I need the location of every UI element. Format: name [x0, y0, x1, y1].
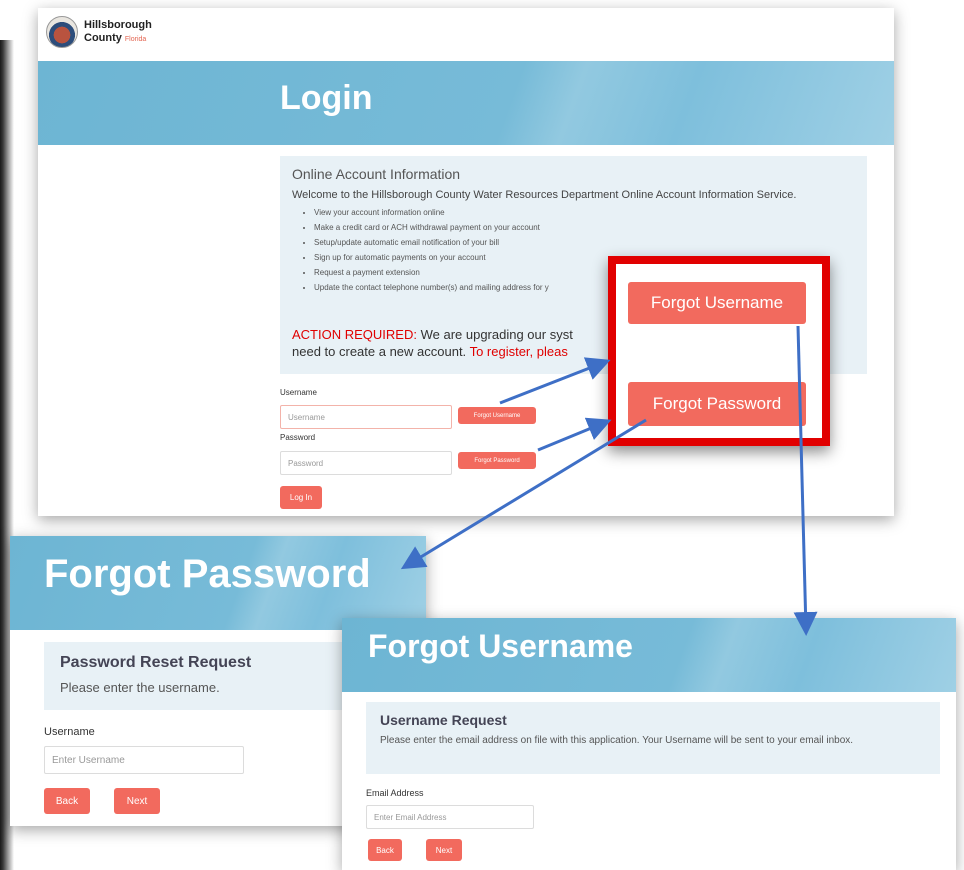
county-seal-icon — [46, 16, 78, 48]
forgot-password-button[interactable]: Forgot Password — [458, 452, 536, 469]
email-label: Email Address — [366, 788, 424, 798]
password-input[interactable]: Password — [280, 451, 452, 475]
callout-forgot-password-button[interactable]: Forgot Password — [628, 382, 806, 426]
username-request-text: Please enter the email address on file w… — [380, 735, 854, 746]
login-title: Login — [280, 79, 373, 117]
forgot-password-title: Forgot Password — [44, 552, 371, 596]
fp-back-button[interactable]: Back — [44, 788, 90, 814]
forgot-username-banner: Forgot Username — [342, 618, 956, 692]
fu-next-button[interactable]: Next — [426, 839, 462, 861]
password-reset-title: Password Reset Request — [60, 654, 252, 671]
list-item: Make a credit card or ACH withdrawal pay… — [314, 220, 852, 235]
email-input[interactable]: Enter Email Address — [366, 805, 534, 829]
list-item: View your account information online — [314, 205, 852, 220]
username-request-box: Username Request Please enter the email … — [366, 702, 940, 774]
logo-line2: County Florida — [84, 31, 147, 44]
forgot-username-button[interactable]: Forgot Username — [458, 407, 536, 424]
callout-box: Forgot Username Forgot Password — [608, 256, 830, 446]
username-label: Username — [280, 388, 317, 397]
forgot-password-banner: Forgot Password — [10, 536, 426, 630]
county-logo[interactable]: Hillsborough County Florida — [46, 16, 152, 48]
password-label: Password — [280, 433, 316, 442]
fp-next-button[interactable]: Next — [114, 788, 160, 814]
username-request-title: Username Request — [380, 712, 507, 728]
list-item: Setup/update automatic email notificatio… — [314, 235, 852, 250]
callout-forgot-username-button[interactable]: Forgot Username — [628, 282, 806, 324]
forgot-username-page-panel: Forgot Username Username Request Please … — [342, 618, 956, 870]
password-reset-text: Please enter the username. — [60, 680, 220, 695]
info-title: Online Account Information — [292, 166, 461, 182]
welcome-text: Welcome to the Hillsborough County Water… — [292, 189, 797, 201]
fp-username-label: Username — [44, 726, 95, 738]
login-button[interactable]: Log In — [280, 486, 322, 509]
fp-username-input[interactable]: Enter Username — [44, 746, 244, 774]
action-required-notice: ACTION REQUIRED: We are upgrading our sy… — [292, 327, 573, 359]
login-banner: Login — [38, 61, 894, 145]
forgot-username-title: Forgot Username — [368, 628, 633, 664]
username-input[interactable]: Username — [280, 405, 452, 429]
logo-line1: Hillsborough — [84, 18, 152, 31]
fu-back-button[interactable]: Back — [368, 839, 402, 861]
